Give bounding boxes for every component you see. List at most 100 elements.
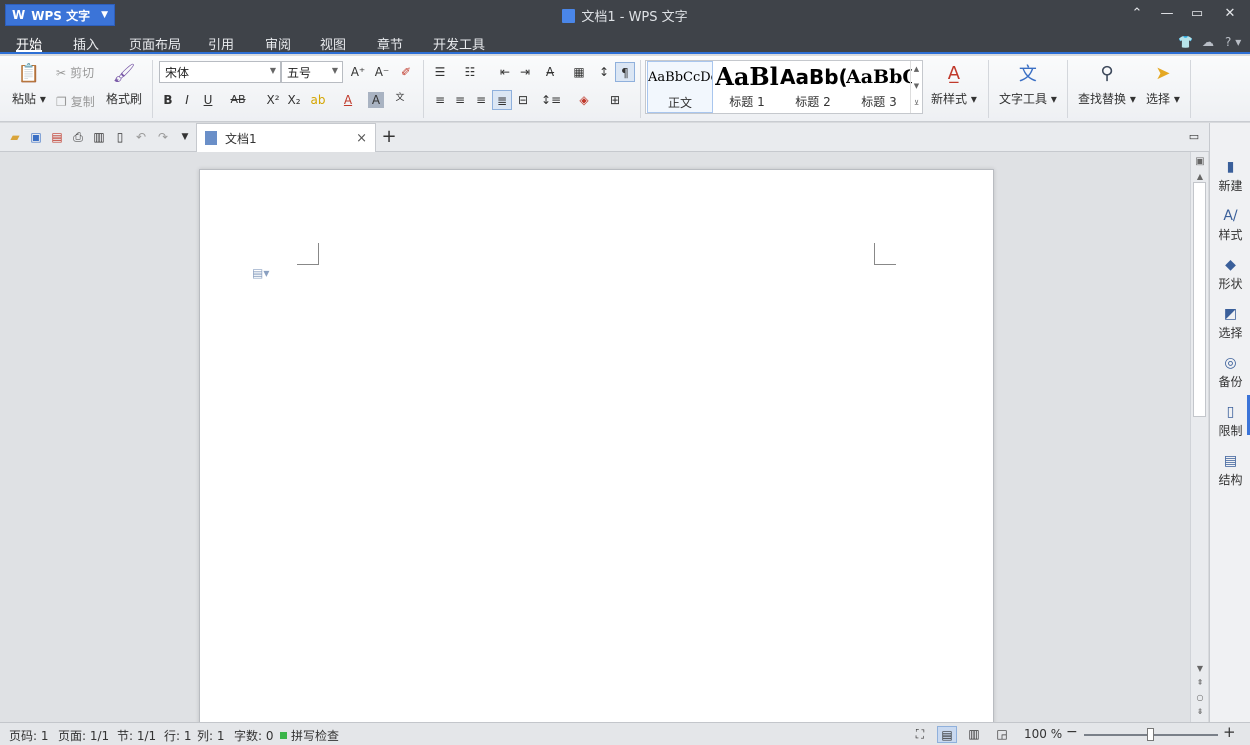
text-tools-button[interactable]: 文 文字工具 ▾ [999,60,1057,107]
open-icon[interactable]: ▰ [7,129,23,145]
borders-icon[interactable]: ⊞ [605,90,625,110]
export-pdf-icon[interactable]: ▤ [49,129,65,145]
save-icon[interactable]: ▣ [28,129,44,145]
highlight-icon[interactable]: ab [308,90,328,110]
side-new-button[interactable]: ▮ 新建 [1210,159,1250,194]
vertical-scrollbar[interactable]: ▣ ▲ ▼ ⇞ ○ ⇟ [1190,152,1208,722]
undo-icon[interactable]: ↶ [133,129,149,145]
next-page-icon[interactable]: ⇟ [1191,707,1209,716]
close-button[interactable]: ✕ [1215,4,1245,26]
font-name-select[interactable]: 宋体 ▼ [159,61,281,83]
side-restrict-button[interactable]: ▯ 限制 [1210,404,1250,439]
chinese-layout-icon[interactable]: A̶ [540,62,560,82]
bullet-list-icon[interactable]: ☰ [430,62,450,82]
tab-chapter[interactable]: 章节 [377,34,403,53]
scroll-up-icon[interactable]: ▲ [1191,172,1209,181]
sort-icon[interactable]: ↕ [594,62,614,82]
collapse-ribbon-button[interactable]: ⌃ [1122,4,1152,26]
print-icon[interactable]: ⎙ [70,129,86,145]
cloud-icon[interactable]: ☁ [1202,35,1214,49]
distributed-align-icon[interactable]: ⊟ [513,90,533,110]
copy-button[interactable]: ❐ 复制 [56,93,95,110]
shrink-font-icon[interactable]: A⁻ [372,62,392,82]
find-replace-button[interactable]: ⚲ 查找替换 ▾ [1078,60,1136,107]
style-heading-1[interactable]: AaBl 标题 1 [714,61,780,113]
status-word-count[interactable]: 字数: 0 [234,727,274,744]
select-button[interactable]: ➤ 选择 ▾ [1146,60,1180,107]
align-center-icon[interactable]: ≡ [450,90,470,110]
side-style-button[interactable]: A/样式 [1210,208,1250,243]
side-shape-button[interactable]: ◆ 形状 [1210,257,1250,292]
browse-object-icon[interactable]: ○ [1191,693,1209,702]
minimize-button[interactable]: — [1152,4,1182,26]
preview-icon[interactable]: ▯ [112,129,128,145]
style-normal[interactable]: AaBbCcDd 正文 [647,61,713,113]
cut-button[interactable]: ✂ 剪切 [56,64,94,81]
tab-developer[interactable]: 开发工具 [433,34,485,53]
paste-button[interactable]: 📋 粘贴 ▾ [12,60,46,107]
font-color-icon[interactable]: A [338,90,358,110]
spell-check-button[interactable]: 拼写检查 [280,727,339,744]
document-page[interactable]: ▤▾ [199,169,994,729]
tab-start[interactable]: 开始 [16,34,43,53]
bold-icon[interactable]: B [158,90,178,110]
grow-font-icon[interactable]: A⁺ [348,62,368,82]
paragraph-icon[interactable]: ▤▾ [252,266,269,280]
side-structure-button[interactable]: ▤ 结构 [1210,453,1250,488]
line-spacing-icon[interactable]: ↕≡ [541,90,561,110]
tab-page-layout[interactable]: 页面布局 [129,34,181,53]
new-tab-button[interactable]: + [381,128,397,146]
close-tab-icon[interactable]: × [356,131,367,146]
clear-format-icon[interactable]: ✐ [396,62,416,82]
redo-icon[interactable]: ↷ [155,129,171,145]
tab-view[interactable]: 视图 [320,34,346,53]
tab-list-icon[interactable]: ▭ [1186,129,1202,145]
italic-icon[interactable]: I [177,90,197,110]
select-label: 选择 [1146,92,1171,106]
tab-review[interactable]: 审阅 [265,34,291,53]
document-tab[interactable]: 文档1 × [196,123,376,152]
char-shading-icon[interactable]: A [368,92,384,108]
paragraph-shading-icon[interactable]: ◈ [574,90,594,110]
gallery-scroll[interactable]: ▲ ▼ ⊻ [910,61,922,113]
justify-icon[interactable]: ≣ [492,90,512,110]
skin-icon[interactable]: 👕 [1178,35,1193,49]
zoom-level[interactable]: 100 % [1024,727,1062,741]
numbered-list-icon[interactable]: ☷ [460,62,480,82]
scroll-down-icon[interactable]: ▼ [1191,664,1209,673]
side-select-button[interactable]: ◩ 选择 [1210,306,1250,341]
phonetic-guide-icon[interactable]: 文 [390,88,410,108]
split-icon[interactable]: ▣ [1191,156,1209,167]
increase-indent-icon[interactable]: ⇥ [515,62,535,82]
align-right-icon[interactable]: ≡ [471,90,491,110]
zoom-slider-thumb[interactable] [1147,728,1154,741]
full-screen-icon[interactable]: ⛶ [910,726,930,743]
strikethrough-icon[interactable]: AB [228,90,248,110]
decrease-indent-icon[interactable]: ⇤ [495,62,515,82]
font-size-select[interactable]: 五号 ▼ [281,61,343,83]
prev-page-icon[interactable]: ⇞ [1191,678,1209,687]
zoom-in-icon[interactable]: + [1223,723,1236,741]
side-backup-button[interactable]: ◎ 备份 [1210,355,1250,390]
tab-references[interactable]: 引用 [208,34,234,53]
zoom-out-icon[interactable]: − [1066,724,1078,740]
page-view-icon[interactable]: ▤ [937,726,957,743]
new-style-button[interactable]: A̲ 新样式 ▾ [931,60,977,107]
scroll-thumb[interactable] [1193,182,1206,417]
superscript-icon[interactable]: X² [263,90,283,110]
style-heading-3[interactable]: AaBbC 标题 3 [846,61,912,113]
style-heading-2[interactable]: AaBb( 标题 2 [780,61,846,113]
print-preview-icon[interactable]: ▥ [91,129,107,145]
format-painter-button[interactable]: 🖌 格式刷 [106,60,142,107]
align-left-icon[interactable]: ≡ [430,90,450,110]
table-icon[interactable]: ▦ [569,62,589,82]
maximize-button[interactable]: ▭ [1182,4,1212,26]
help-button[interactable]: ? ▾ [1225,35,1241,49]
subscript-icon[interactable]: X₂ [284,90,304,110]
web-view-icon[interactable]: ◲ [992,726,1012,743]
customize-dropdown-icon[interactable]: ▼ [177,129,193,145]
underline-icon[interactable]: U [198,90,218,110]
outline-view-icon[interactable]: ▥ [964,726,984,743]
show-marks-icon[interactable]: ¶ [615,62,635,82]
tab-insert[interactable]: 插入 [73,34,99,53]
